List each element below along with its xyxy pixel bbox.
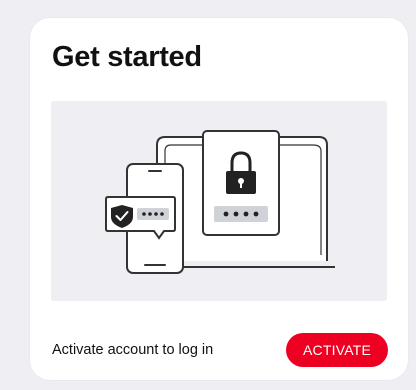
activation-illustration bbox=[51, 101, 387, 301]
get-started-card: Get started Activate account to log in A… bbox=[30, 18, 408, 380]
lock-card bbox=[202, 130, 280, 236]
activate-button[interactable]: ACTIVATE bbox=[286, 333, 388, 367]
card-title: Get started bbox=[52, 41, 202, 73]
devices-security-illustration bbox=[105, 130, 335, 274]
password-dots-icon bbox=[214, 206, 268, 222]
password-dots-icon bbox=[137, 208, 169, 220]
shield-password-bubble bbox=[105, 196, 176, 240]
activate-prompt-text: Activate account to log in bbox=[52, 342, 214, 358]
